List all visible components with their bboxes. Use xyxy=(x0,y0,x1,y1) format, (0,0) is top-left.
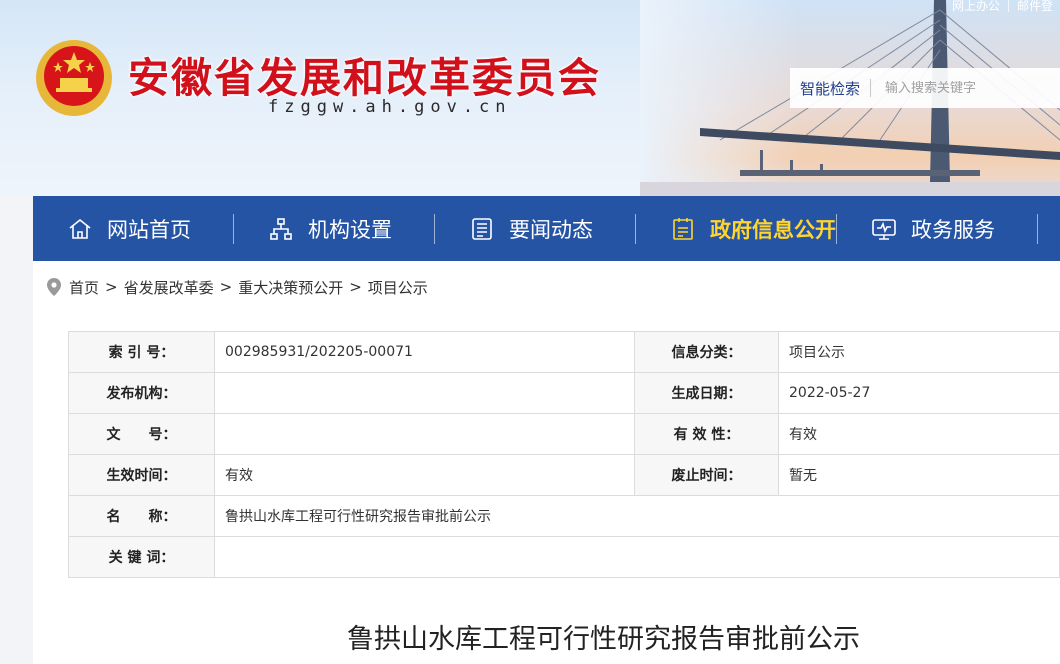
name-value: 鲁拱山水库工程可行性研究报告审批前公示 xyxy=(214,495,1060,537)
breadcrumb-separator: > xyxy=(219,278,233,296)
name-label: 名 称： xyxy=(68,495,215,537)
nav-item-organization[interactable]: 机构设置 xyxy=(234,196,434,261)
table-row: 关 键 词： xyxy=(68,536,1060,578)
expire-value: 暂无 xyxy=(778,454,1060,496)
document-list-icon xyxy=(670,216,696,242)
org-chart-icon xyxy=(268,216,294,242)
smart-search-label[interactable]: 智能检索 xyxy=(790,78,870,99)
breadcrumb: 首页 > 省发展改革委 > 重大决策预公开 > 项目公示 xyxy=(47,277,428,297)
keywords-label: 关 键 词： xyxy=(68,536,215,578)
date-label: 生成日期： xyxy=(634,372,779,414)
table-row: 发布机构： 生成日期： 2022-05-27 xyxy=(68,372,1060,414)
effective-value: 有效 xyxy=(214,454,635,496)
nav-item-gov-info-disclosure[interactable]: 政府信息公开 xyxy=(636,196,836,261)
home-icon xyxy=(67,216,93,242)
nav-label: 机构设置 xyxy=(308,217,392,242)
monitor-icon xyxy=(871,216,897,242)
site-title: 安徽省发展和改革委员会 xyxy=(128,54,601,102)
table-row: 文 号： 有 效 性： 有效 xyxy=(68,413,1060,455)
docno-label: 文 号： xyxy=(68,413,215,455)
keywords-value xyxy=(214,536,1060,578)
breadcrumb-ndrc[interactable]: 省发展改革委 xyxy=(124,277,214,298)
breadcrumb-separator: > xyxy=(349,278,362,296)
nav-label: 政府信息公开 xyxy=(710,217,836,242)
top-link-online-office[interactable]: 网上办公 xyxy=(944,0,1008,16)
breadcrumb-project-notice[interactable]: 项目公示 xyxy=(368,277,428,298)
publisher-value xyxy=(214,372,635,414)
category-value: 项目公示 xyxy=(778,331,1060,373)
table-row: 生效时间： 有效 废止时间： 暂无 xyxy=(68,454,1060,496)
breadcrumb-separator: > xyxy=(105,278,118,296)
content-panel: 首页 > 省发展改革委 > 重大决策预公开 > 项目公示 索 引 号： 0029… xyxy=(33,261,1060,664)
nav-item-gov-services[interactable]: 政务服务 xyxy=(837,196,1037,261)
top-links: 网上办公 邮件登 xyxy=(944,0,1060,16)
search-box: 智能检索 xyxy=(790,68,1060,108)
nav-label: 网站首页 xyxy=(107,217,191,242)
index-value: 002985931/202205-00071 xyxy=(214,331,635,373)
validity-label: 有 效 性： xyxy=(634,413,779,455)
site-header: 安徽省发展和改革委员会 fzggw.ah.gov.cn 网上办公 邮件登 智能检… xyxy=(0,0,1060,196)
category-label: 信息分类： xyxy=(634,331,779,373)
top-link-divider xyxy=(1008,0,1010,12)
validity-value: 有效 xyxy=(778,413,1060,455)
newspaper-icon xyxy=(469,216,495,242)
nav-item-news[interactable]: 要闻动态 xyxy=(435,196,635,261)
nav-divider xyxy=(1037,213,1038,244)
site-domain: fzggw.ah.gov.cn xyxy=(268,97,512,117)
index-label: 索 引 号： xyxy=(68,331,215,373)
effective-label: 生效时间： xyxy=(68,454,215,496)
table-row: 索 引 号： 002985931/202205-00071 信息分类： 项目公示 xyxy=(68,331,1060,373)
search-input[interactable] xyxy=(871,80,1052,96)
docno-value xyxy=(214,413,635,455)
breadcrumb-major-decisions[interactable]: 重大决策预公开 xyxy=(238,277,343,298)
top-link-mail[interactable]: 邮件登 xyxy=(1009,0,1060,16)
nav-item-home[interactable]: 网站首页 xyxy=(33,196,233,261)
info-meta-table: 索 引 号： 002985931/202205-00071 信息分类： 项目公示… xyxy=(68,331,1060,578)
expire-label: 废止时间： xyxy=(634,454,779,496)
location-pin-icon xyxy=(47,278,61,296)
table-row: 名 称： 鲁拱山水库工程可行性研究报告审批前公示 xyxy=(68,495,1060,537)
national-emblem-icon xyxy=(36,40,112,116)
nav-label: 要闻动态 xyxy=(509,217,593,242)
main-nav: 网站首页 机构设置 要闻动态 政府信息公开 政务服务 xyxy=(33,196,1060,261)
article-title: 鲁拱山水库工程可行性研究报告审批前公示 xyxy=(347,624,860,655)
publisher-label: 发布机构： xyxy=(68,372,215,414)
date-value: 2022-05-27 xyxy=(778,372,1060,414)
nav-label: 政务服务 xyxy=(911,217,995,242)
breadcrumb-home[interactable]: 首页 xyxy=(69,277,99,298)
